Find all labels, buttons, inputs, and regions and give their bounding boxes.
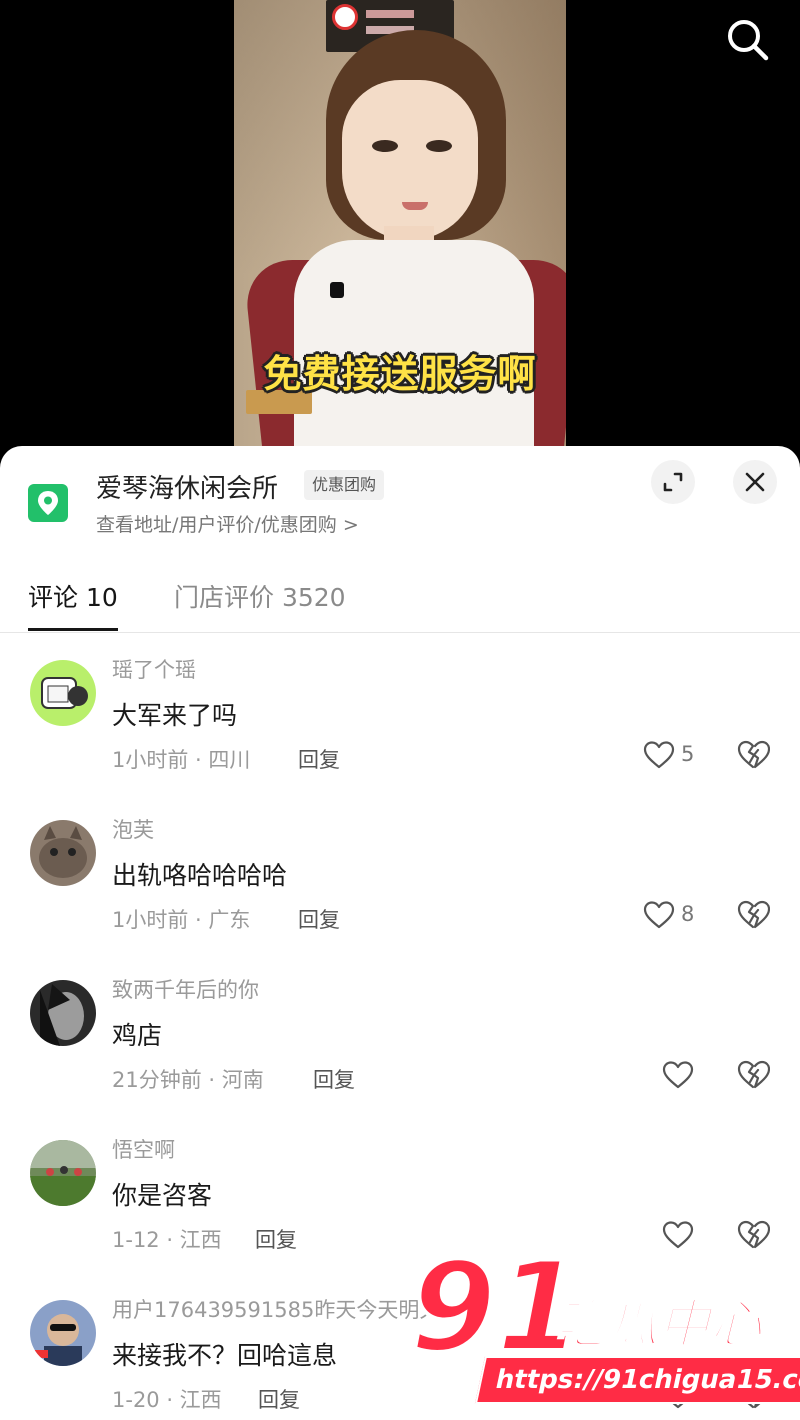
comment-username[interactable]: 致两千年后的你 bbox=[112, 974, 259, 1004]
avatar[interactable] bbox=[30, 820, 96, 886]
broken-heart-icon bbox=[737, 1060, 771, 1089]
tab-store-reviews[interactable]: 门店评价 3520 bbox=[174, 578, 346, 614]
reply-button[interactable]: 回复 bbox=[298, 904, 340, 934]
dislike-button[interactable] bbox=[736, 1058, 772, 1094]
expand-icon bbox=[663, 472, 683, 492]
broken-heart-icon bbox=[737, 740, 771, 769]
avatar[interactable] bbox=[30, 1300, 96, 1366]
search-icon bbox=[728, 20, 769, 61]
comment-text: 你是咨客 bbox=[112, 1181, 213, 1210]
location-pin-icon bbox=[28, 484, 68, 522]
dislike-button[interactable] bbox=[736, 898, 772, 934]
active-tab-indicator bbox=[28, 628, 118, 631]
close-button[interactable] bbox=[733, 460, 777, 504]
comment-text: 大军来了吗 bbox=[112, 701, 238, 730]
video-caption: 免费接送服务啊 bbox=[263, 352, 537, 396]
comment-meta: 1-12 · 江西 bbox=[112, 1228, 222, 1252]
comment-item: 用户176439591585昨天今天明天 来接我不？回哈這息 1-20 · 江西… bbox=[0, 1282, 800, 1420]
broken-heart-icon bbox=[737, 1380, 771, 1409]
like-count: 5 bbox=[681, 742, 695, 766]
store-subtitle-link[interactable]: 查看地址/用户评价/优惠团购 > bbox=[96, 510, 359, 537]
store-name[interactable]: 爱琴海休闲会所 bbox=[96, 468, 278, 505]
avatar[interactable] bbox=[30, 980, 96, 1046]
reply-button[interactable]: 回复 bbox=[298, 744, 340, 774]
like-count: 8 bbox=[681, 902, 695, 926]
comment-item: 瑶了个瑶 大军来了吗 1小时前 · 四川 回复 5 bbox=[0, 642, 800, 802]
comment-text: 出轨咯哈哈哈哈 bbox=[112, 861, 288, 890]
heart-icon bbox=[643, 741, 675, 769]
person-face bbox=[342, 80, 478, 240]
tab-bar: 评论 10 门店评价 3520 bbox=[0, 564, 800, 633]
avatar[interactable] bbox=[30, 1140, 96, 1206]
comment-item: 致两千年后的你 鸡店 21分钟前 · 河南 回复 bbox=[0, 962, 800, 1122]
no-smoking-icon bbox=[332, 4, 358, 30]
heart-icon bbox=[643, 901, 675, 929]
dislike-button[interactable] bbox=[736, 1218, 772, 1254]
comment-item: 泡芙 出轨咯哈哈哈哈 1小时前 · 广东 回复 8 bbox=[0, 802, 800, 962]
close-icon bbox=[745, 472, 765, 492]
reply-button[interactable]: 回复 bbox=[255, 1224, 297, 1254]
comment-username[interactable]: 悟空啊 bbox=[112, 1134, 175, 1164]
comment-text: 来接我不？回哈這息 bbox=[112, 1341, 338, 1370]
heart-icon bbox=[662, 1221, 694, 1249]
comment-meta: 1小时前 · 四川 bbox=[112, 748, 251, 772]
comment-text: 鸡店 bbox=[112, 1021, 163, 1050]
comment-sheet: 爱琴海休闲会所 优惠团购 查看地址/用户评价/优惠团购 > 评论 10 门店评价… bbox=[0, 446, 800, 1420]
heart-icon bbox=[662, 1381, 694, 1409]
comment-meta: 1小时前 · 广东 bbox=[112, 908, 251, 932]
heart-icon bbox=[662, 1061, 694, 1089]
store-info-row[interactable]: 爱琴海休闲会所 优惠团购 查看地址/用户评价/优惠团购 > bbox=[0, 446, 800, 556]
video-player[interactable]: 免费接送服务啊 bbox=[0, 0, 800, 460]
comment-item: 悟空啊 你是咨客 1-12 · 江西 回复 bbox=[0, 1122, 800, 1282]
tab-comments[interactable]: 评论 10 bbox=[28, 578, 118, 614]
group-deal-badge: 优惠团购 bbox=[304, 470, 385, 500]
broken-heart-icon bbox=[737, 1220, 771, 1249]
comment-username[interactable]: 泡芙 bbox=[112, 814, 154, 844]
avatar[interactable] bbox=[30, 660, 96, 726]
comment-username[interactable]: 用户176439591585昨天今天明天 bbox=[112, 1294, 440, 1324]
expand-button[interactable] bbox=[651, 460, 695, 504]
search-button[interactable] bbox=[722, 14, 774, 66]
dislike-button[interactable] bbox=[736, 1378, 772, 1414]
dislike-button[interactable] bbox=[736, 738, 772, 774]
comment-meta: 21分钟前 · 河南 bbox=[112, 1068, 264, 1092]
comment-meta: 1-20 · 江西 bbox=[112, 1388, 222, 1412]
reply-button[interactable]: 回复 bbox=[258, 1384, 300, 1414]
broken-heart-icon bbox=[737, 900, 771, 929]
reply-button[interactable]: 回复 bbox=[313, 1064, 355, 1094]
comment-username[interactable]: 瑶了个瑶 bbox=[112, 654, 196, 684]
lapel-mic bbox=[330, 282, 344, 298]
